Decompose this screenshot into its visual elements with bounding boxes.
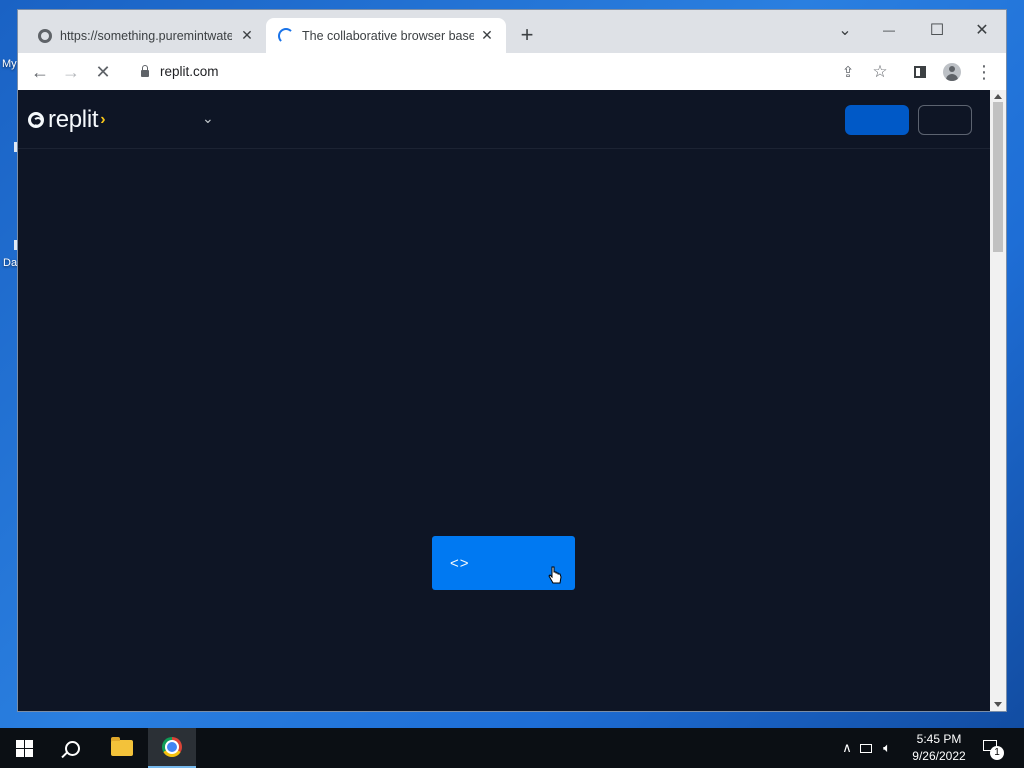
back-button[interactable]: ← xyxy=(28,60,52,84)
tab-active[interactable]: The collaborative browser based IDE - Re… xyxy=(266,18,506,53)
taskbar: ∧ 🔈︎ 5:45 PM 9/26/2022 1 xyxy=(0,728,1024,768)
share-icon[interactable]: ⇪ xyxy=(837,61,859,83)
network-icon[interactable] xyxy=(856,743,876,753)
start-button[interactable] xyxy=(0,728,48,768)
action-center-button[interactable]: 1 xyxy=(980,736,1004,760)
maximize-button[interactable]: ☐ xyxy=(919,16,955,44)
file-explorer-button[interactable] xyxy=(98,728,146,768)
notification-count-badge: 1 xyxy=(990,746,1004,760)
side-panel-icon[interactable] xyxy=(909,61,931,83)
tab-title: https://something.puremintwater.com xyxy=(60,28,232,43)
loading-spinner-icon xyxy=(278,27,294,44)
tab-inactive[interactable]: https://something.puremintwater.com ✕ xyxy=(26,18,266,53)
volume-icon[interactable]: 🔈︎ xyxy=(876,740,898,756)
stop-loading-button[interactable]: ✕ xyxy=(91,60,115,84)
forward-button[interactable]: → xyxy=(59,60,83,84)
chevron-down-icon[interactable]: ⌄ xyxy=(202,110,214,127)
clock[interactable]: 5:45 PM 9/26/2022 xyxy=(906,731,972,765)
lock-icon[interactable] xyxy=(141,64,149,77)
system-tray: ∧ 🔈︎ xyxy=(838,728,898,768)
desktop-icon-label: My xyxy=(2,58,17,70)
search-button[interactable] xyxy=(48,728,96,768)
code-icon: <> xyxy=(450,554,470,572)
hand-cursor-icon xyxy=(548,566,562,584)
scroll-up-arrow-icon[interactable] xyxy=(994,94,1002,99)
profile-avatar-icon[interactable] xyxy=(941,61,963,83)
address-bar[interactable]: replit.com xyxy=(127,56,849,86)
close-window-button[interactable]: ✕ xyxy=(964,16,1000,44)
vertical-scrollbar[interactable] xyxy=(990,90,1006,711)
site-header: replit › ⌄ xyxy=(18,90,990,149)
folder-icon xyxy=(111,737,133,756)
tab-close-icon[interactable]: ✕ xyxy=(238,26,256,44)
replit-logo-icon xyxy=(28,112,44,128)
url-text[interactable]: replit.com xyxy=(160,64,219,79)
search-icon xyxy=(64,740,80,756)
logo-text: replit xyxy=(48,106,99,133)
bookmark-star-icon[interactable]: ☆ xyxy=(869,61,891,83)
tab-title: The collaborative browser based IDE - Re… xyxy=(302,28,474,43)
browser-toolbar: ← → ✕ replit.com ⇪ ☆ ⋮ xyxy=(18,53,1006,90)
show-hidden-icons-chevron-icon[interactable]: ∧ xyxy=(838,740,856,756)
chrome-taskbar-button[interactable] xyxy=(148,728,196,768)
browser-window: https://something.puremintwater.com ✕ Th… xyxy=(18,10,1006,711)
chrome-icon xyxy=(162,737,182,757)
secondary-header-button[interactable] xyxy=(918,105,972,135)
globe-icon xyxy=(38,28,52,43)
clock-date: 9/26/2022 xyxy=(912,749,966,763)
minimize-button[interactable]: — xyxy=(871,16,907,44)
replit-logo[interactable]: replit › xyxy=(28,106,106,134)
scrollbar-thumb[interactable] xyxy=(993,102,1003,252)
logo-chevron-icon: › xyxy=(100,111,106,128)
browser-menu-icon[interactable]: ⋮ xyxy=(973,61,995,83)
page-viewport: replit › ⌄ <> xyxy=(18,90,990,711)
windows-logo-icon xyxy=(15,739,33,757)
scroll-down-arrow-icon[interactable] xyxy=(994,702,1002,707)
tab-search-button[interactable]: ⌄ xyxy=(827,16,863,44)
tab-close-icon[interactable]: ✕ xyxy=(478,26,496,44)
desktop-icon-label: Da xyxy=(3,257,18,269)
clock-time: 5:45 PM xyxy=(916,732,962,746)
tab-strip: https://something.puremintwater.com ✕ Th… xyxy=(18,10,1006,53)
new-tab-button[interactable]: + xyxy=(516,24,538,46)
primary-header-button[interactable] xyxy=(845,105,909,135)
